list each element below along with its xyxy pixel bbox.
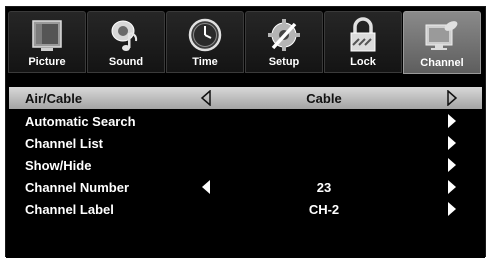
row-label: Channel Number bbox=[25, 180, 130, 195]
menu-row-automatic-search[interactable]: Automatic Search bbox=[9, 110, 482, 132]
right-arrow-icon[interactable] bbox=[445, 113, 459, 129]
row-label: Automatic Search bbox=[25, 114, 136, 129]
right-arrow-icon[interactable] bbox=[445, 157, 459, 173]
speaker-note-icon bbox=[106, 17, 146, 55]
tab-bar: Picture Sound Time Setup Lock Channel bbox=[6, 7, 485, 74]
tab-label: Setup bbox=[268, 56, 300, 68]
satellite-monitor-icon bbox=[422, 17, 462, 55]
padlock-icon bbox=[343, 17, 383, 55]
right-arrow-icon[interactable] bbox=[445, 179, 459, 195]
tab-picture[interactable]: Picture bbox=[8, 11, 86, 73]
right-arrow-icon[interactable] bbox=[445, 90, 459, 106]
row-label: Channel Label bbox=[25, 202, 114, 217]
monitor-icon bbox=[27, 17, 67, 55]
tab-setup[interactable]: Setup bbox=[245, 11, 323, 73]
tab-label: Channel bbox=[420, 57, 464, 69]
row-value: CH-2 bbox=[308, 202, 340, 217]
tab-label: Lock bbox=[350, 56, 376, 68]
right-arrow-icon[interactable] bbox=[445, 201, 459, 217]
tab-lock[interactable]: Lock bbox=[324, 11, 402, 73]
tab-label: Picture bbox=[28, 56, 66, 68]
right-arrow-icon[interactable] bbox=[445, 135, 459, 151]
channel-settings-menu: Air/Cable Cable Automatic Search Channel… bbox=[6, 74, 485, 258]
menu-row-channel-list[interactable]: Channel List bbox=[9, 132, 482, 154]
osd-menu-window: Picture Sound Time Setup Lock Channel Ai… bbox=[5, 6, 486, 258]
tab-label: Time bbox=[192, 56, 218, 68]
tab-time[interactable]: Time bbox=[166, 11, 244, 73]
row-value: 23 bbox=[316, 180, 332, 195]
menu-row-air-cable[interactable]: Air/Cable Cable bbox=[9, 87, 482, 109]
clock-icon bbox=[185, 17, 225, 55]
menu-row-channel-number[interactable]: Channel Number 23 bbox=[9, 176, 482, 198]
row-value: Cable bbox=[306, 91, 342, 106]
menu-row-channel-label[interactable]: Channel Label CH-2 bbox=[9, 198, 482, 220]
row-label: Show/Hide bbox=[25, 158, 92, 173]
gear-wrench-icon bbox=[264, 17, 304, 55]
tab-label: Sound bbox=[108, 56, 144, 68]
tab-channel[interactable]: Channel bbox=[403, 11, 481, 74]
row-label: Air/Cable bbox=[25, 91, 83, 106]
row-label: Channel List bbox=[25, 136, 104, 151]
tab-sound[interactable]: Sound bbox=[87, 11, 165, 73]
menu-row-show-hide[interactable]: Show/Hide bbox=[9, 154, 482, 176]
